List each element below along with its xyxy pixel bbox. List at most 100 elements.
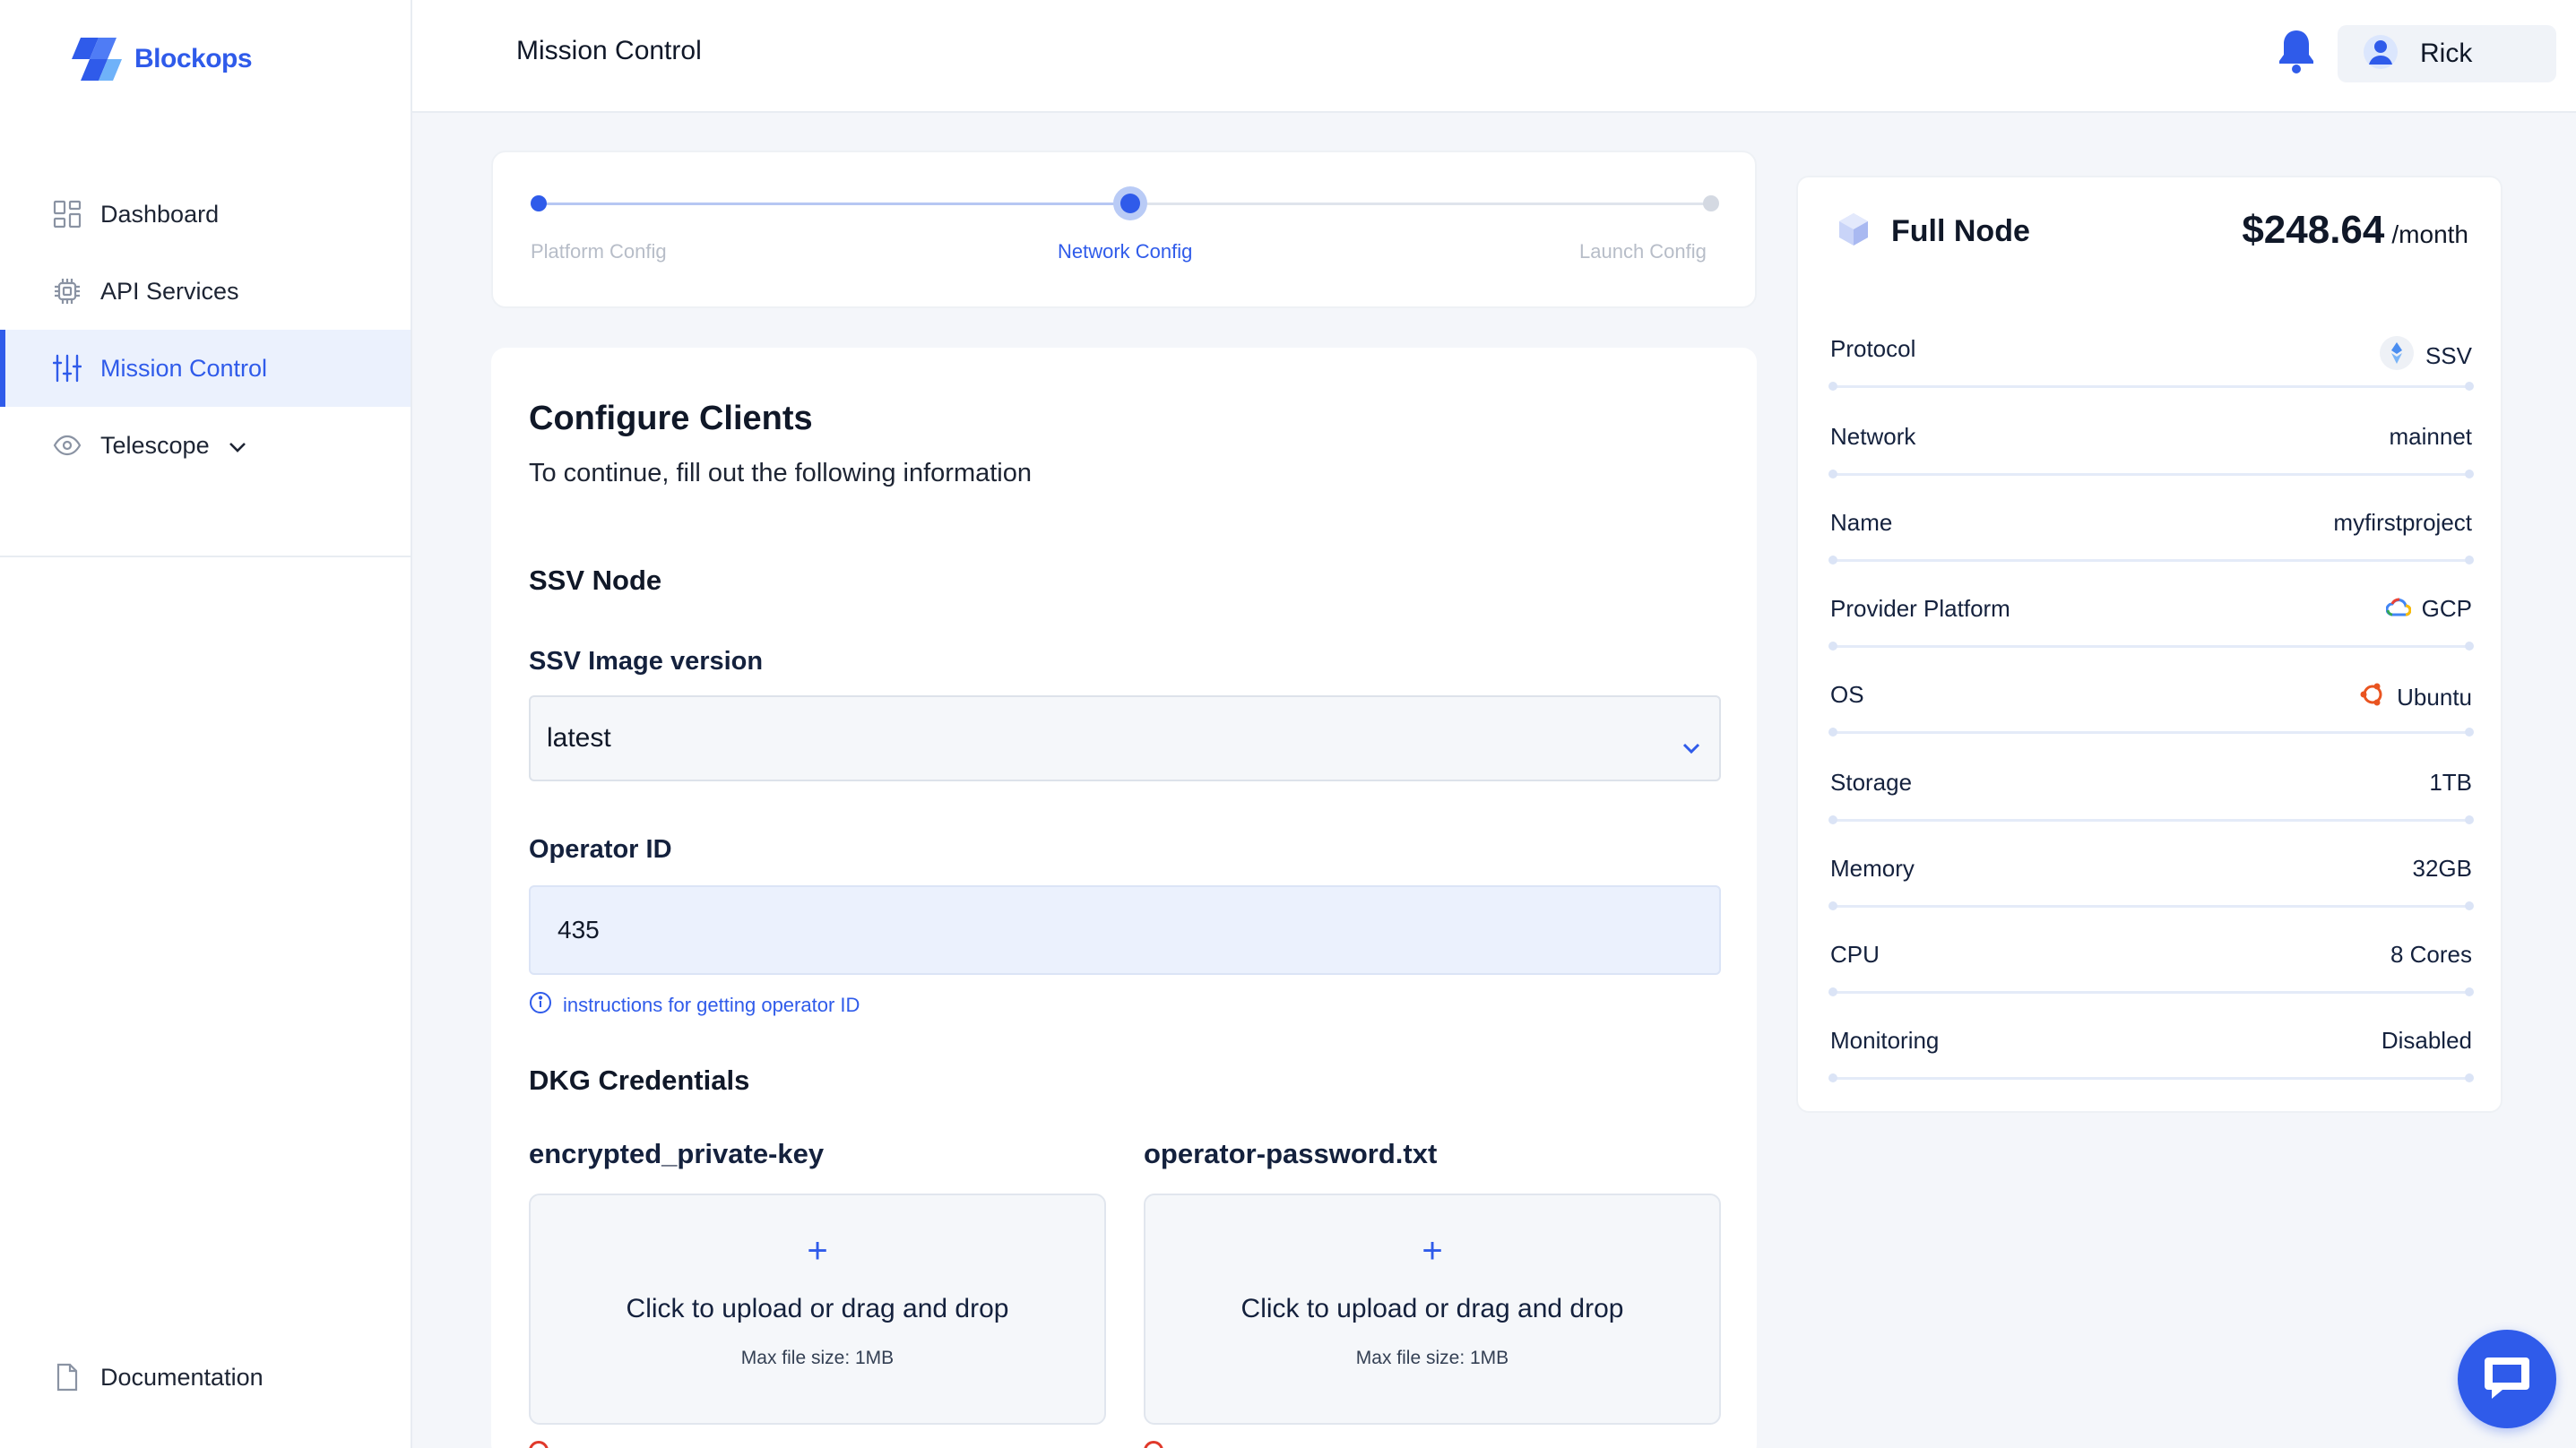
chat-support-button[interactable] <box>2458 1330 2556 1428</box>
error-indicator-icon <box>529 1441 549 1448</box>
operator-id-input[interactable]: 435 <box>529 885 1721 975</box>
chip-icon <box>52 276 82 306</box>
sidebar-item-mission-control[interactable]: Mission Control <box>0 330 411 407</box>
summary-row-cpu: CPU 8 Cores <box>1828 941 2474 1027</box>
user-menu[interactable]: Rick <box>2338 25 2556 82</box>
row-separator <box>1828 556 2474 565</box>
form-subtitle: To continue, fill out the following info… <box>529 459 1032 487</box>
row-value-text: Ubuntu <box>2397 684 2472 711</box>
node-cube-icon <box>1834 210 1873 254</box>
row-separator <box>1828 1073 2474 1082</box>
image-version-label: SSV Image version <box>529 647 764 676</box>
node-summary-card: Full Node $248.64 /month Protocol SSV Ne… <box>1796 176 2503 1113</box>
image-version-select[interactable]: latest <box>529 695 1721 781</box>
sidebar-divider <box>0 556 411 557</box>
image-version-value: latest <box>547 723 611 753</box>
stepper-progress <box>540 203 1131 205</box>
operator-id-hint: instructions for getting operator ID <box>563 994 860 1016</box>
sidebar-item-api-services[interactable]: API Services <box>0 253 411 330</box>
row-separator <box>1828 642 2474 651</box>
brand-logo[interactable]: Blockops <box>72 36 253 82</box>
price: $248.64 /month <box>2242 208 2468 253</box>
sidebar-item-telescope[interactable]: Telescope <box>0 407 411 484</box>
operator-id-value: 435 <box>558 916 600 944</box>
row-key: CPU <box>1830 941 1880 968</box>
summary-header: Full Node <box>1834 210 2030 254</box>
summary-row-monitoring: Monitoring Disabled <box>1828 1027 2474 1113</box>
gcp-icon <box>2385 595 2412 623</box>
ubuntu-icon <box>2359 681 2386 714</box>
chevron-down-icon[interactable] <box>228 432 247 460</box>
operator-id-label: Operator ID <box>529 835 672 864</box>
upload-label-private-key: encrypted_private-key <box>529 1138 825 1169</box>
row-value-text: GCP <box>2421 595 2472 622</box>
row-separator <box>1828 815 2474 824</box>
upload-instructions: Click to upload or drag and drop <box>1240 1294 1624 1323</box>
info-icon <box>529 991 552 1020</box>
price-value: $248.64 <box>2242 208 2385 252</box>
step-dot-network[interactable] <box>1113 186 1147 220</box>
dashboard-icon <box>52 199 82 229</box>
row-separator <box>1828 728 2474 737</box>
summary-row-storage: Storage 1TB <box>1828 769 2474 855</box>
blockops-logo-icon <box>72 36 122 82</box>
configure-clients-form: Configure Clients To continue, fill out … <box>491 348 1757 1448</box>
sidebar-item-documentation[interactable]: Documentation <box>52 1362 264 1392</box>
user-name: Rick <box>2420 39 2473 68</box>
summary-row-name: Name myfirstproject <box>1828 509 2474 595</box>
sliders-icon <box>52 353 82 384</box>
summary-row-memory: Memory 32GB <box>1828 855 2474 941</box>
sidebar: Blockops Dashboard API Services Mission … <box>0 0 412 1448</box>
summary-row-provider: Provider Platform GCP <box>1828 595 2474 681</box>
sidebar-item-label: Mission Control <box>100 354 268 382</box>
plus-icon: + <box>807 1231 828 1271</box>
row-key: Name <box>1830 509 1893 536</box>
upload-size-limit: Max file size: 1MB <box>1355 1348 1509 1368</box>
eye-icon <box>52 430 82 461</box>
chat-bubble-icon <box>2481 1352 2533 1407</box>
step-dot-launch[interactable] <box>1703 195 1719 211</box>
summary-row-protocol: Protocol SSV <box>1828 335 2474 421</box>
section-ssv-node: SSV Node <box>529 565 662 596</box>
step-label-platform[interactable]: Platform Config <box>531 240 667 263</box>
sidebar-item-label: API Services <box>100 277 239 305</box>
sidebar-item-label: Dashboard <box>100 200 220 228</box>
upload-label-password: operator-password.txt <box>1144 1138 1438 1169</box>
upload-size-limit: Max file size: 1MB <box>740 1348 895 1368</box>
bell-icon[interactable] <box>2277 27 2316 75</box>
documentation-label: Documentation <box>100 1363 264 1391</box>
row-key: Network <box>1830 423 1916 450</box>
row-separator <box>1828 470 2474 478</box>
progress-stepper: Platform Config Network Config Launch Co… <box>491 151 1757 308</box>
upload-instructions: Click to upload or drag and drop <box>626 1294 1009 1323</box>
brand-name: Blockops <box>134 44 253 73</box>
summary-row-os: OS Ubuntu <box>1828 681 2474 767</box>
ssv-icon <box>2379 335 2415 377</box>
row-value: 32GB <box>2412 855 2473 882</box>
row-key: Monitoring <box>1830 1027 1940 1054</box>
price-unit: /month <box>2391 220 2468 248</box>
row-value: Ubuntu <box>2359 681 2472 714</box>
row-value: Disabled <box>2381 1027 2472 1054</box>
step-dot-platform[interactable] <box>531 195 547 211</box>
row-value: SSV <box>2379 335 2472 377</box>
form-title: Configure Clients <box>529 400 813 437</box>
upload-dropzone-private-key[interactable]: + Click to upload or drag and drop Max f… <box>529 1194 1106 1425</box>
row-key: Protocol <box>1830 335 1916 362</box>
plus-icon: + <box>1422 1231 1443 1271</box>
step-label-network[interactable]: Network Config <box>1058 240 1192 263</box>
sidebar-item-dashboard[interactable]: Dashboard <box>0 176 411 253</box>
row-key: OS <box>1830 681 1864 708</box>
sidebar-nav: Dashboard API Services Mission Control T… <box>0 176 411 484</box>
row-separator <box>1828 987 2474 996</box>
error-indicator-icon <box>1144 1441 1163 1448</box>
row-value: mainnet <box>2389 423 2473 450</box>
step-label-launch[interactable]: Launch Config <box>1579 240 1707 263</box>
row-key: Memory <box>1830 855 1915 882</box>
row-key: Provider Platform <box>1830 595 2010 622</box>
summary-row-network: Network mainnet <box>1828 423 2474 509</box>
page-title: Mission Control <box>516 36 702 65</box>
upload-dropzone-password[interactable]: + Click to upload or drag and drop Max f… <box>1144 1194 1721 1425</box>
top-header: Mission Control Rick <box>412 0 2576 113</box>
operator-id-help-link[interactable]: instructions for getting operator ID <box>529 991 860 1020</box>
